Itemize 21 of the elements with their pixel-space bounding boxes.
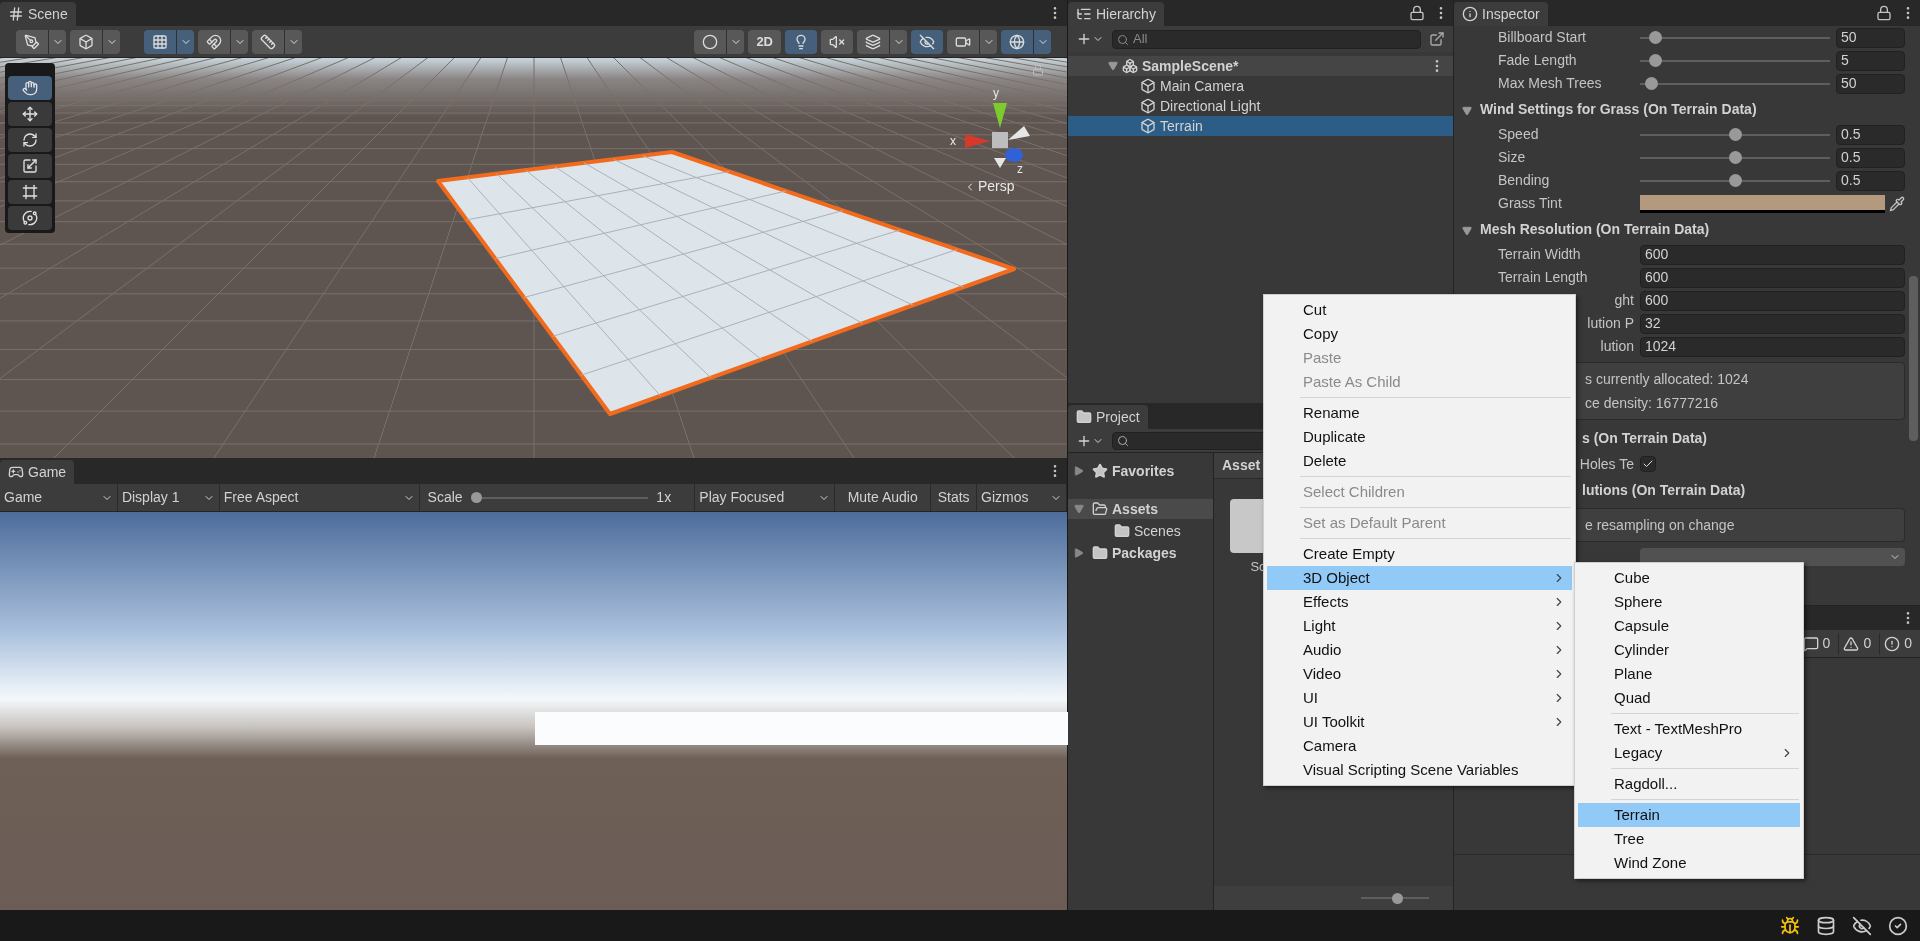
property-label: Fade Length — [1498, 52, 1577, 68]
property-label: lution P — [1587, 315, 1634, 331]
axis-label: y — [993, 86, 999, 100]
scale-reading: 1x — [656, 488, 673, 507]
property-label: Bending — [1498, 172, 1550, 188]
help-text: e resampling on change — [1584, 516, 1736, 535]
property-label: Holes Te — [1579, 455, 1634, 472]
property-label: Max Mesh Trees — [1498, 75, 1602, 91]
property-label: Size — [1498, 149, 1526, 165]
property-label: Terrain Width — [1498, 246, 1581, 262]
property-label: Speed — [1498, 126, 1539, 142]
property-label: Grass Tint — [1498, 195, 1562, 211]
property-label: Billboard Start — [1498, 29, 1586, 45]
axis-label: x — [950, 134, 956, 148]
help-text: ce density: 16777216 — [1584, 394, 1720, 413]
help-text: s currently allocated: 1024 — [1584, 370, 1750, 389]
axis-label: z — [1017, 162, 1023, 176]
scale-label: Scale — [427, 488, 463, 507]
property-label: lution — [1600, 338, 1634, 354]
property-label: ght — [1614, 292, 1634, 308]
property-label: Terrain Length — [1498, 269, 1588, 285]
